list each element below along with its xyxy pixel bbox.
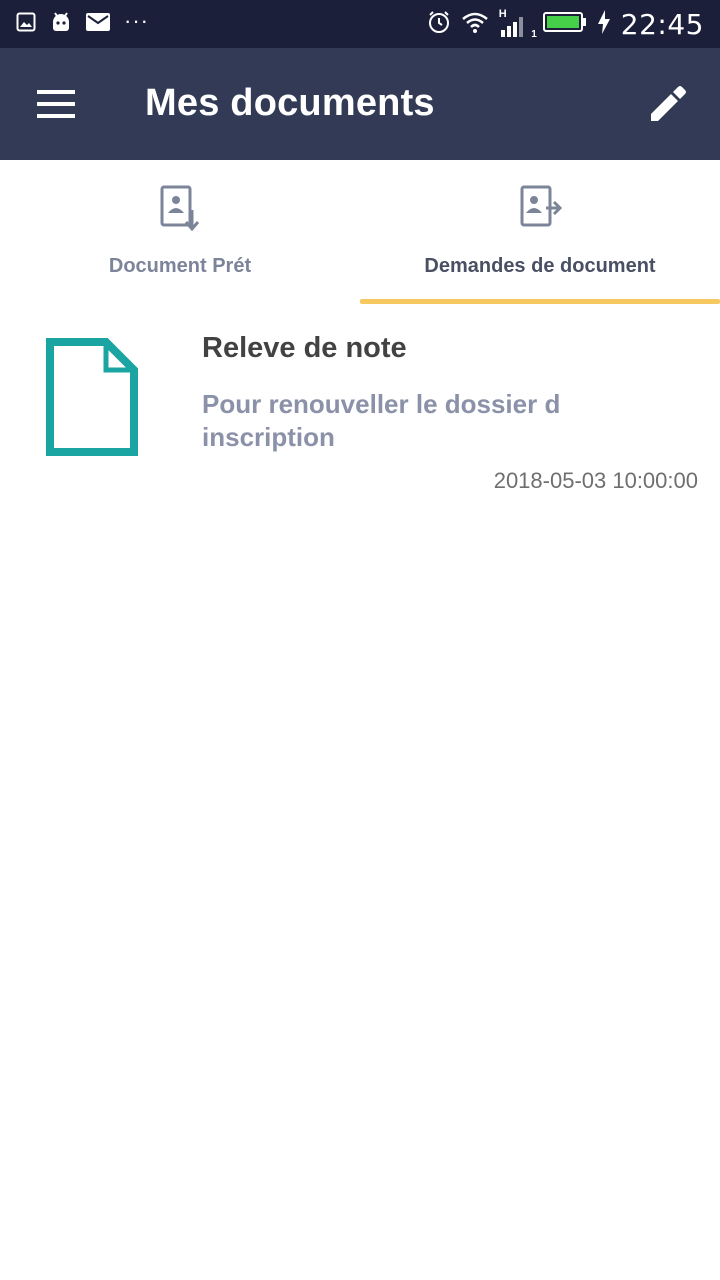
tab-document-pret[interactable]: Document Prét: [0, 160, 360, 304]
list-item[interactable]: Releve de note Pour renouveller le dossi…: [0, 320, 720, 510]
page-title: Mes documents: [145, 82, 435, 124]
tab-label: Document Prét: [108, 255, 252, 277]
mail-icon: [86, 12, 110, 36]
wifi-icon: [461, 11, 489, 38]
document-title: Releve de note: [202, 332, 407, 364]
document-download-icon: [160, 185, 200, 232]
tab-label: Demandes de document: [424, 255, 656, 277]
tab-demandes-de-document[interactable]: Demandes de document: [360, 160, 720, 304]
app-bar: Mes documents: [0, 48, 720, 160]
tab-bar: Document Prét Demandes de document: [0, 160, 720, 304]
signal-icon: H 1: [499, 8, 537, 40]
sim-number: 1: [531, 29, 537, 40]
document-description: Pour renouveller le dossier d inscriptio…: [202, 389, 561, 452]
status-bar-system: H 1 22:45: [427, 6, 704, 42]
hamburger-menu-icon: [37, 90, 75, 118]
image-icon: [16, 12, 36, 37]
status-bar-notifications: ···: [16, 10, 149, 38]
active-tab-indicator: [360, 299, 720, 304]
more-notifications: ···: [124, 8, 149, 33]
menu-button[interactable]: [24, 78, 88, 130]
charging-icon: [597, 9, 611, 39]
document-file-icon: [46, 338, 138, 456]
clock: 22:45: [620, 7, 704, 41]
edit-pencil-icon: [651, 86, 686, 121]
edit-button[interactable]: [636, 76, 700, 132]
document-send-icon: [520, 185, 562, 227]
android-icon: [50, 11, 72, 38]
battery-icon: [542, 11, 587, 38]
document-date: 2018-05-03 10:00:00: [493, 468, 698, 493]
status-bar: ··· H 1 22:45: [0, 0, 720, 48]
alarm-icon: [427, 10, 451, 39]
